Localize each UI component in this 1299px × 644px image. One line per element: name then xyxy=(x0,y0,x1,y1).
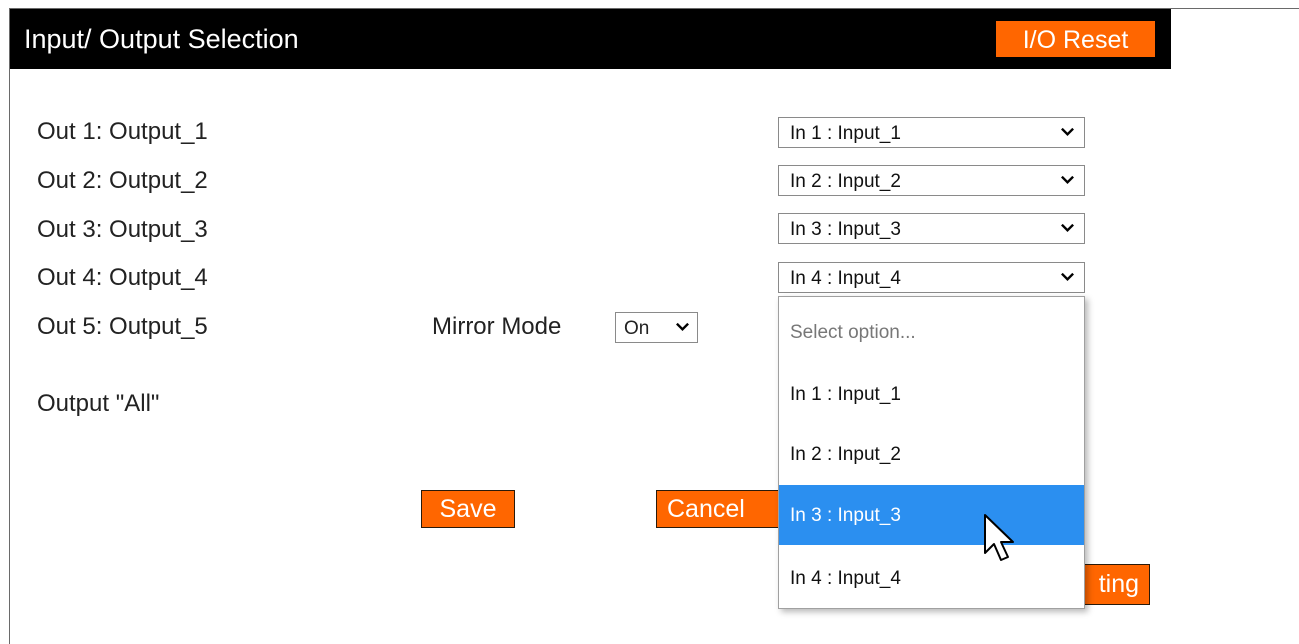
output-label-5: Out 5: Output_5 xyxy=(37,313,208,340)
chevron-down-icon xyxy=(1061,272,1074,282)
option-label: Select option... xyxy=(790,322,916,343)
dropdown-option[interactable]: In 2 : Input_2 xyxy=(779,424,1084,484)
chevron-down-icon xyxy=(676,322,689,332)
option-label: In 3 : Input_3 xyxy=(790,505,901,526)
chevron-down-icon xyxy=(1061,223,1074,233)
input-select-out-1[interactable]: In 1 : Input_1 xyxy=(778,117,1085,148)
dropdown-option[interactable]: In 4 : Input_4 xyxy=(779,548,1084,608)
option-label: In 4 : Input_4 xyxy=(790,568,901,589)
option-label: In 1 : Input_1 xyxy=(790,384,901,405)
chevron-down-icon xyxy=(1061,175,1074,185)
mirror-mode-label: Mirror Mode xyxy=(432,313,562,340)
select-value: On xyxy=(624,318,650,339)
select-value: In 4 : Input_4 xyxy=(790,268,901,289)
dropdown-option[interactable]: In 1 : Input_1 xyxy=(779,364,1084,424)
input-select-out-4[interactable]: In 4 : Input_4 xyxy=(778,262,1085,293)
save-button[interactable]: Save xyxy=(421,490,515,528)
cancel-button[interactable]: Cancel xyxy=(656,490,781,528)
select-value: In 1 : Input_1 xyxy=(790,123,901,144)
select-value: In 2 : Input_2 xyxy=(790,171,901,192)
output-label-4: Out 4: Output_4 xyxy=(37,264,208,291)
option-label: In 2 : Input_2 xyxy=(790,444,901,465)
page-title: Input/ Output Selection xyxy=(24,24,299,54)
output-label-3: Out 3: Output_3 xyxy=(37,216,208,243)
output-label-2: Out 2: Output_2 xyxy=(37,167,208,194)
dropdown-option-placeholder[interactable]: Select option... xyxy=(779,302,1084,362)
output-label-all: Output "All" xyxy=(37,390,160,417)
input-select-out-2[interactable]: In 2 : Input_2 xyxy=(778,165,1085,196)
mirror-mode-select[interactable]: On xyxy=(615,312,698,343)
output-label-1: Out 1: Output_1 xyxy=(37,118,208,145)
select-value: In 3 : Input_3 xyxy=(790,219,901,240)
chevron-down-icon xyxy=(1061,127,1074,137)
dropdown-option-highlighted[interactable]: In 3 : Input_3 xyxy=(779,485,1084,545)
input-select-out-3[interactable]: In 3 : Input_3 xyxy=(778,213,1085,244)
io-reset-button[interactable]: I/O Reset xyxy=(996,21,1155,57)
input-options-dropdown[interactable]: Select option... In 1 : Input_1 In 2 : I… xyxy=(778,296,1085,609)
